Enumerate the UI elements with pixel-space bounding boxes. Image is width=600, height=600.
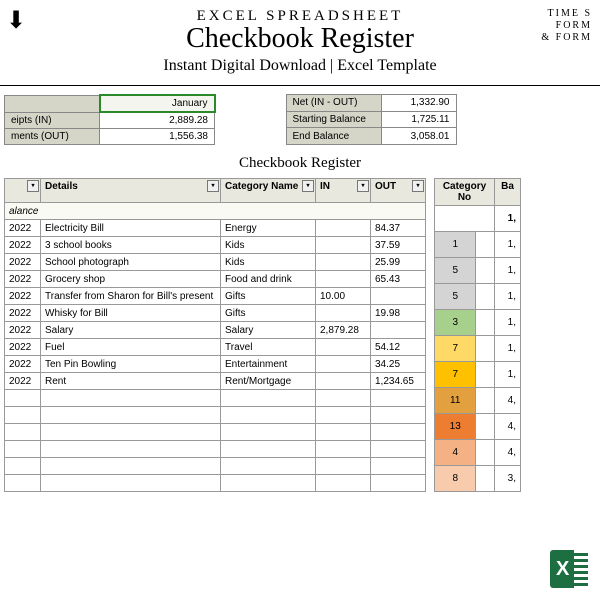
receipts-label: eipts (IN)	[5, 112, 100, 129]
net-label: Net (IN - OUT)	[286, 95, 381, 112]
filter-icon[interactable]: ▾	[207, 180, 219, 192]
summary-section: January eipts (IN) 2,889.28 ments (OUT) …	[4, 94, 596, 145]
section-title: Checkbook Register	[4, 155, 596, 172]
table-row[interactable]: 2022SalarySalary2,879.28	[5, 322, 426, 339]
summary-left-table: January eipts (IN) 2,889.28 ments (OUT) …	[4, 94, 216, 145]
corner-badge: TIME S FORM & FORM	[541, 8, 592, 44]
table-row-empty[interactable]	[5, 390, 426, 407]
table-row-empty[interactable]	[5, 441, 426, 458]
col-details[interactable]: Details▾	[41, 179, 221, 203]
summary-right-table: Net (IN - OUT) 1,332.90 Starting Balance…	[286, 94, 457, 145]
register-table: ▾ Details▾ Category Name▾ IN▾ OUT▾ alanc…	[4, 178, 426, 492]
filter-icon[interactable]: ▾	[357, 180, 369, 192]
filter-icon[interactable]: ▾	[302, 180, 314, 192]
table-row[interactable]: 2022Ten Pin BowlingEntertainment34.25	[5, 356, 426, 373]
net-value: 1,332.90	[381, 95, 456, 112]
divider	[0, 85, 600, 86]
table-row[interactable]: 20223 school booksKids37.59	[5, 237, 426, 254]
end-balance-label: End Balance	[286, 128, 381, 145]
cat-row[interactable]: 71,	[435, 336, 521, 362]
cat-row[interactable]: 44,	[435, 440, 521, 466]
cat-top-row: 1,	[435, 206, 521, 232]
balance-row: alance	[5, 203, 426, 220]
filter-icon[interactable]: ▾	[412, 180, 424, 192]
excel-icon	[550, 550, 588, 588]
table-row[interactable]: 2022Whisky for BillGifts19.98	[5, 305, 426, 322]
cat-row[interactable]: 51,	[435, 258, 521, 284]
filter-icon[interactable]: ▾	[27, 180, 39, 192]
start-balance-label: Starting Balance	[286, 111, 381, 128]
table-row[interactable]: 2022Electricity BillEnergy84.37	[5, 220, 426, 237]
header-subtitle: Instant Digital Download | Excel Templat…	[0, 57, 600, 75]
end-balance-value: 3,058.01	[381, 128, 456, 145]
cat-row[interactable]: 134,	[435, 414, 521, 440]
col-out[interactable]: OUT▾	[371, 179, 426, 203]
table-row[interactable]: 2022Grocery shopFood and drink65.43	[5, 271, 426, 288]
table-row[interactable]: 2022FuelTravel54.12	[5, 339, 426, 356]
col-category[interactable]: Category Name▾	[221, 179, 316, 203]
page-header: EXCEL SPREADSHEET Checkbook Register Ins…	[0, 0, 600, 79]
table-row[interactable]: 2022RentRent/Mortgage1,234.65	[5, 373, 426, 390]
table-row[interactable]: 2022Transfer from Sharon for Bill's pres…	[5, 288, 426, 305]
month-cell[interactable]: January	[100, 95, 215, 112]
payments-label: ments (OUT)	[5, 129, 100, 145]
col-date[interactable]: ▾	[5, 179, 41, 203]
cat-row[interactable]: 114,	[435, 388, 521, 414]
table-row-empty[interactable]	[5, 424, 426, 441]
table-row[interactable]: 2022School photographKids25.99	[5, 254, 426, 271]
header-title: Checkbook Register	[0, 23, 600, 55]
start-balance-value: 1,725.11	[381, 111, 456, 128]
cat-row[interactable]: 71,	[435, 362, 521, 388]
table-row-empty[interactable]	[5, 475, 426, 492]
payments-value: 1,556.38	[100, 129, 215, 145]
table-row-empty[interactable]	[5, 458, 426, 475]
cat-row[interactable]: 51,	[435, 284, 521, 310]
category-table: Category No Ba 1, 11,51,51,31,71,71,114,…	[434, 178, 521, 492]
table-row-empty[interactable]	[5, 407, 426, 424]
col-category-no[interactable]: Category No	[435, 179, 495, 206]
cat-row[interactable]: 11,	[435, 232, 521, 258]
col-in[interactable]: IN▾	[316, 179, 371, 203]
cat-row[interactable]: 83,	[435, 466, 521, 492]
cat-row[interactable]: 31,	[435, 310, 521, 336]
col-balance[interactable]: Ba	[495, 179, 521, 206]
receipts-value: 2,889.28	[100, 112, 215, 129]
